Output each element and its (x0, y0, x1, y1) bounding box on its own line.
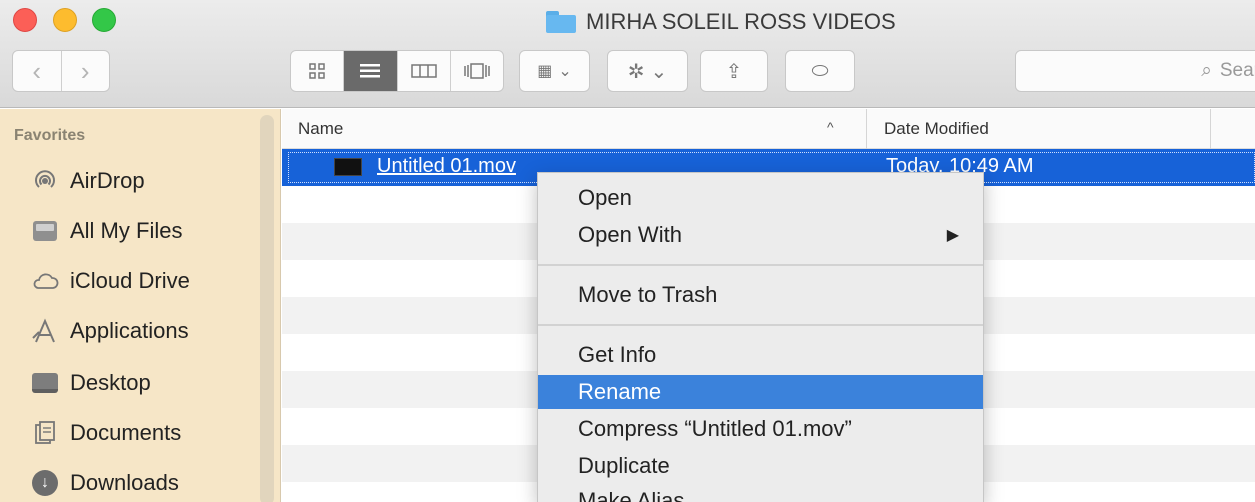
desktop-icon (30, 368, 60, 398)
applications-icon (30, 316, 60, 346)
sidebar-item-airdrop[interactable]: AirDrop (30, 163, 145, 199)
menu-item-label: Open With (578, 222, 682, 247)
forward-button[interactable]: › (60, 51, 110, 91)
action-button[interactable]: ✲ ⌄ (607, 50, 688, 92)
share-icon: ⇪ (725, 60, 743, 83)
column-header: Name ^ Date Modified (282, 109, 1255, 149)
chevron-left-icon: ‹ (32, 55, 42, 86)
sidebar-item-documents[interactable]: Documents (30, 415, 181, 451)
sidebar-item-label: Downloads (70, 470, 179, 495)
sidebar-item-applications[interactable]: Applications (30, 313, 189, 349)
chevron-down-icon: ⌄ (558, 63, 572, 80)
view-mode-selector (290, 50, 504, 92)
back-button[interactable]: ‹ (13, 51, 61, 91)
menu-separator (538, 324, 983, 326)
menu-item-label: Move to Trash (578, 282, 718, 307)
column-view-icon (410, 64, 437, 78)
list-view-icon (360, 64, 381, 78)
gear-icon: ✲ (627, 60, 645, 83)
folder-icon (546, 11, 576, 33)
sidebar-item-desktop[interactable]: Desktop (30, 365, 151, 401)
name-column-header[interactable]: Name (298, 119, 343, 139)
downloads-icon: ↓ (30, 468, 60, 498)
tags-button[interactable]: ⬭ (785, 50, 855, 92)
menu-item-rename[interactable]: Rename (538, 375, 983, 409)
menu-item-open[interactable]: Open (538, 181, 983, 215)
all-files-icon (30, 216, 60, 246)
sidebar-item-icloud-drive[interactable]: iCloud Drive (30, 263, 190, 299)
column-divider[interactable] (1210, 109, 1211, 149)
icon-view-icon (309, 63, 325, 79)
coverflow-view-button[interactable] (449, 51, 503, 91)
sidebar-scrollbar[interactable] (260, 115, 274, 502)
window-title: MIRHA SOLEIL ROSS VIDEOS (546, 8, 896, 36)
sidebar: Favorites AirDrop All My Files iCloud Dr… (0, 109, 281, 502)
sidebar-item-label: AirDrop (70, 168, 145, 193)
column-divider[interactable] (866, 109, 867, 149)
sidebar-item-all-my-files[interactable]: All My Files (30, 213, 182, 249)
documents-icon (30, 418, 60, 448)
zoom-window-button[interactable] (92, 8, 116, 32)
tag-icon: ⬭ (811, 59, 829, 82)
window-title-text: MIRHA SOLEIL ROSS VIDEOS (586, 9, 896, 34)
menu-item-get-info[interactable]: Get Info (538, 338, 983, 372)
airdrop-icon (30, 166, 60, 196)
icon-view-button[interactable] (291, 51, 343, 91)
date-modified-column-header[interactable]: Date Modified (884, 119, 989, 139)
coverflow-view-icon (464, 63, 490, 79)
sidebar-section-title: Favorites (14, 127, 86, 144)
close-window-button[interactable] (13, 8, 37, 32)
sidebar-item-label: iCloud Drive (70, 268, 190, 293)
sidebar-item-label: Applications (70, 318, 189, 343)
menu-item-label: Compress “Untitled 01.mov” (578, 416, 852, 441)
window-toolbar: MIRHA SOLEIL ROSS VIDEOS ‹ › ▦ ⌄ ✲ ⌄ ⇪ ⬭… (0, 0, 1255, 108)
file-name: Untitled 01.mov (377, 155, 516, 177)
grid-icon: ▦ (537, 63, 553, 80)
context-menu: Open Open With ▶ Move to Trash Get Info … (537, 172, 984, 502)
submenu-arrow-icon: ▶ (946, 227, 959, 244)
menu-item-label: Duplicate (578, 453, 670, 478)
movie-file-icon (334, 158, 362, 176)
minimize-window-button[interactable] (53, 8, 77, 32)
sidebar-item-label: All My Files (70, 218, 183, 243)
chevron-down-icon: ⌄ (650, 60, 668, 83)
share-button[interactable]: ⇪ (700, 50, 768, 92)
menu-item-compress[interactable]: Compress “Untitled 01.mov” (538, 412, 983, 446)
menu-item-make-alias[interactable]: Make Alias (538, 484, 983, 502)
search-icon: ⌕ (1201, 60, 1212, 81)
menu-item-label: Make Alias (578, 488, 685, 502)
sort-ascending-icon: ^ (827, 119, 834, 135)
menu-item-move-to-trash[interactable]: Move to Trash (538, 278, 983, 312)
menu-item-label: Rename (578, 379, 662, 404)
menu-item-label: Open (578, 185, 632, 210)
sidebar-item-label: Documents (70, 420, 182, 445)
menu-item-open-with[interactable]: Open With ▶ (538, 218, 983, 252)
sidebar-item-label: Desktop (70, 370, 151, 395)
arrange-button[interactable]: ▦ ⌄ (519, 50, 590, 92)
search-placeholder: Sear (1219, 60, 1255, 81)
menu-item-duplicate[interactable]: Duplicate (538, 449, 983, 483)
navigation-buttons: ‹ › (12, 50, 110, 92)
list-view-button[interactable] (343, 51, 397, 91)
search-input[interactable]: ⌕ Sear (1015, 50, 1255, 92)
sidebar-item-downloads[interactable]: ↓ Downloads (30, 465, 179, 501)
column-view-button[interactable] (396, 51, 450, 91)
chevron-right-icon: › (80, 55, 90, 86)
menu-item-label: Get Info (578, 342, 657, 367)
cloud-icon (30, 266, 60, 296)
menu-separator (538, 264, 983, 266)
